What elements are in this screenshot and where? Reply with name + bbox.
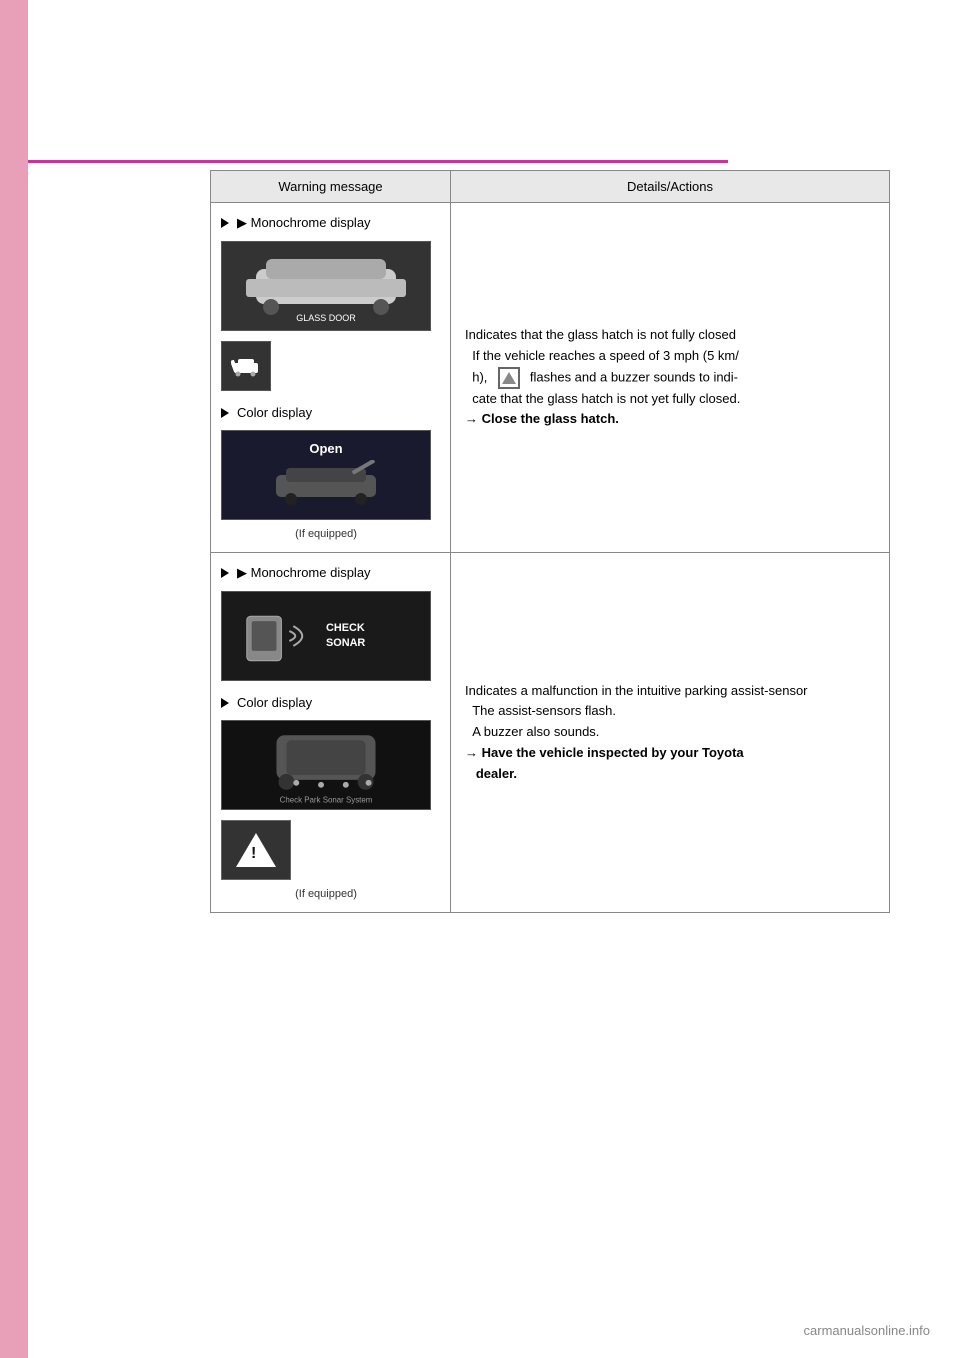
details-line5: cate that the glass hatch is not yet ful… [465,391,740,406]
mono-image-row1: GLASS DOOR [221,241,431,331]
svg-text:SONAR: SONAR [326,637,365,649]
main-content: Warning message Details/Actions ▶ Monoch… [210,170,930,913]
watermark: carmanualsonline.info [804,1323,930,1338]
car-door-icon [231,353,261,379]
check-sonar-svg: CHECK SONAR [222,591,430,681]
table-row-2: ▶ Monochrome display C [211,553,889,912]
warning-table: Warning message Details/Actions ▶ Monoch… [210,170,890,913]
play-arrow-icon2 [221,408,229,418]
if-equipped-row2: (If equipped) [221,888,431,900]
mono-label-text-row1: ▶ Monochrome display [237,215,371,231]
mono-label-row2: ▶ Monochrome display [221,565,371,581]
inline-warn-icon [498,367,520,389]
color-image-row2: Check Park Sonar System [221,720,431,810]
details-action-bold: Close the glass hatch. [482,411,619,426]
details-text-row1: Indicates that the glass hatch is not fu… [465,325,875,430]
details2-line3: A buzzer also sounds. [465,724,599,739]
warning-cell-row2: ▶ Monochrome display C [211,553,451,912]
warning-cell-row1: ▶ Monochrome display GLASS DOOR [211,203,451,552]
color-label-text-row2: Color display [237,695,312,710]
car-color-svg [266,460,386,510]
color-display-inner: Open [222,430,430,520]
svg-text:GLASS DOOR: GLASS DOOR [296,313,356,323]
details-arrow: → [465,411,482,426]
details-line2: If the vehicle reaches a speed of 3 mph … [465,348,739,363]
if-equipped-row1: (If equipped) [221,528,431,540]
table-row: ▶ Monochrome display GLASS DOOR [211,203,889,553]
color-image-row1: Open [221,430,431,520]
mono-image-row2: CHECK SONAR [221,591,431,681]
details-cell-row2: Indicates a malfunction in the intuitive… [451,553,889,912]
svg-text:CHECK: CHECK [326,622,365,634]
header-details-actions: Details/Actions [451,171,889,202]
pink-line [28,160,728,163]
details-line1: Indicates that the glass hatch is not fu… [465,327,736,342]
pink-sidebar [0,0,28,1358]
header-warning-message: Warning message [211,171,451,202]
park-sonar-svg: Check Park Sonar System [222,720,430,810]
play-arrow-icon [221,218,229,228]
mono-label-text-row2: ▶ Monochrome display [237,565,371,581]
mono-label-row1: ▶ Monochrome display [221,215,371,231]
large-warn-triangle-icon [236,833,276,867]
color-label-row1: Color display [221,405,312,420]
details2-line1: Indicates a malfunction in the intuitive… [465,683,808,698]
table-header: Warning message Details/Actions [211,171,889,203]
inline-triangle-icon [502,372,516,384]
details-text-row2: Indicates a malfunction in the intuitive… [465,681,875,785]
details2-line2: The assist-sensors flash. [465,703,616,718]
color-label-row2: Color display [221,695,312,710]
details-cell-row1: Indicates that the glass hatch is not fu… [451,203,889,552]
svg-text:Check Park Sonar System: Check Park Sonar System [280,796,373,805]
details-line4: flashes and a buzzer sounds to indi- [526,369,738,384]
small-warn-icon-row1 [221,341,271,391]
open-text: Open [309,441,342,456]
play-arrow-icon4 [221,698,229,708]
details2-action-bold: Have the vehicle inspected by your Toyot… [465,745,744,781]
glass-door-svg: GLASS DOOR [236,249,416,324]
details2-arrow: → [465,745,482,760]
details-line3: h), [465,369,491,384]
play-arrow-icon3 [221,568,229,578]
large-warn-box-row2 [221,820,291,880]
color-label-text-row1: Color display [237,405,312,420]
